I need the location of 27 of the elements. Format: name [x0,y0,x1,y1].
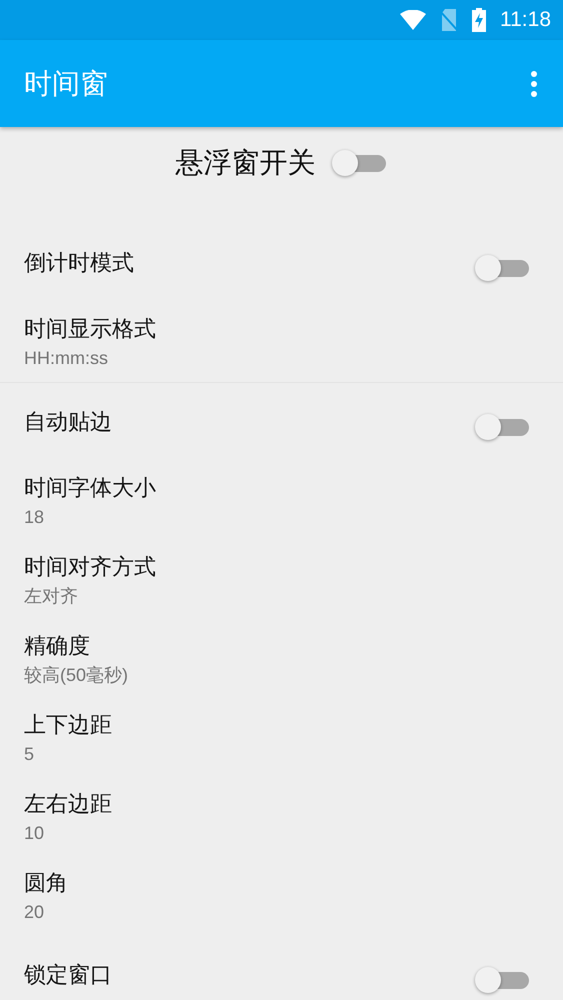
toggle-switch[interactable] [332,150,388,176]
setting-value: 18 [24,506,46,528]
setting-title[interactable]: 自动贴边 [24,408,112,438]
setting-title[interactable]: 时间字体大小 [24,474,156,504]
setting-title[interactable]: 时间显示格式 [24,314,156,344]
setting-value: 左对齐 [24,584,79,608]
wifi-icon [400,10,426,30]
battery-charging-icon [472,8,486,32]
app-title: 时间窗 [24,66,108,102]
setting-title[interactable]: 上下边距 [24,710,112,740]
setting-value: 20 [24,900,46,924]
setting-value: HH:mm:ss [24,346,109,370]
setting-value: 10 [24,822,46,844]
toggle-switch[interactable] [475,967,531,993]
setting-title[interactable]: 精确度 [24,632,128,662]
master-switch-label: 悬浮窗开关 [176,145,316,181]
setting-title[interactable]: 锁定窗口 [24,960,112,990]
status-time: 11:18 [500,8,551,32]
toggle-switch[interactable] [475,414,531,440]
setting-title[interactable]: 圆角 [24,868,68,898]
setting-title[interactable]: 倒计时模式 [24,248,134,278]
no-sim-icon [440,9,458,31]
setting-value: 较高(50毫秒) [24,664,128,687]
setting-title[interactable]: 左右边距 [24,790,112,820]
setting-value: 5 [24,742,36,766]
toggle-switch[interactable] [475,255,531,281]
setting-title[interactable]: 时间对齐方式 [24,552,156,582]
